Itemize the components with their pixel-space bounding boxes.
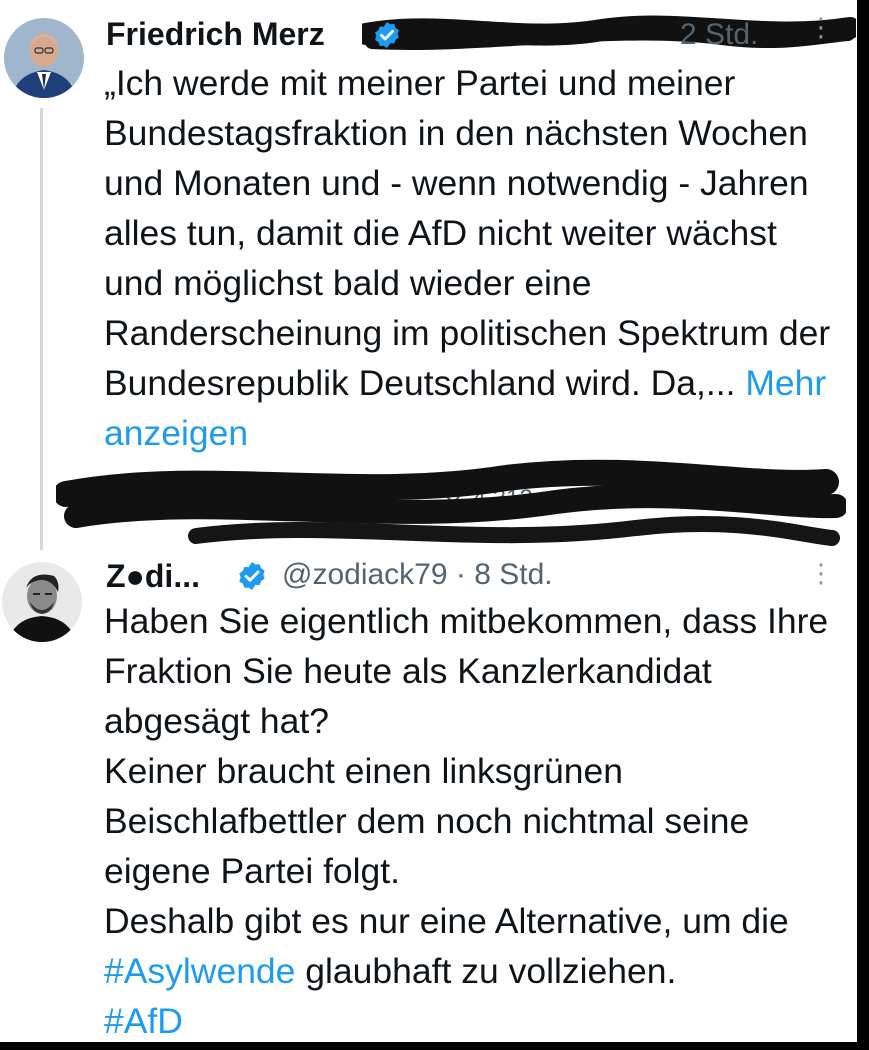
author-name[interactable]: Friedrich Merz (106, 16, 325, 53)
tweet-time[interactable]: 2 Std. (680, 18, 758, 52)
verified-badge-icon (239, 562, 265, 590)
avatar-friedrich-merz[interactable] (4, 18, 84, 98)
handle-and-time[interactable]: @zodiack79 · 8 Std. (282, 558, 553, 592)
redaction-scribble-actions (56, 459, 846, 546)
hashtag-asylwende[interactable]: #Asylwende (104, 951, 295, 991)
tweet-body-part1: Haben Sie eigentlich mitbekommen, dass I… (104, 601, 829, 941)
author-name[interactable]: Z●di... (106, 558, 200, 595)
thread-connector-line (40, 108, 43, 550)
tweet-text: Haben Sie eigentlich mitbekommen, dass I… (104, 596, 834, 1046)
more-options-icon[interactable]: ⋮ (808, 14, 834, 40)
tweet-text: „Ich werde mit meiner Partei und meiner … (104, 58, 834, 458)
avatar-portrait-icon (4, 18, 84, 98)
redaction-scribble-header (362, 15, 856, 50)
hashtag-afd[interactable]: #AfD (104, 1001, 183, 1041)
tweet-body: „Ich werde mit meiner Partei und meiner … (104, 63, 831, 403)
more-options-icon[interactable]: ⋮ (808, 560, 834, 586)
frame-right-edge (857, 0, 869, 1050)
verified-badge-icon (375, 21, 399, 49)
avatar-zodiack79[interactable] (2, 562, 82, 642)
tweet-body-part2: glaubhaft zu vollziehen. (305, 951, 677, 991)
avatar-portrait-icon (2, 562, 82, 642)
